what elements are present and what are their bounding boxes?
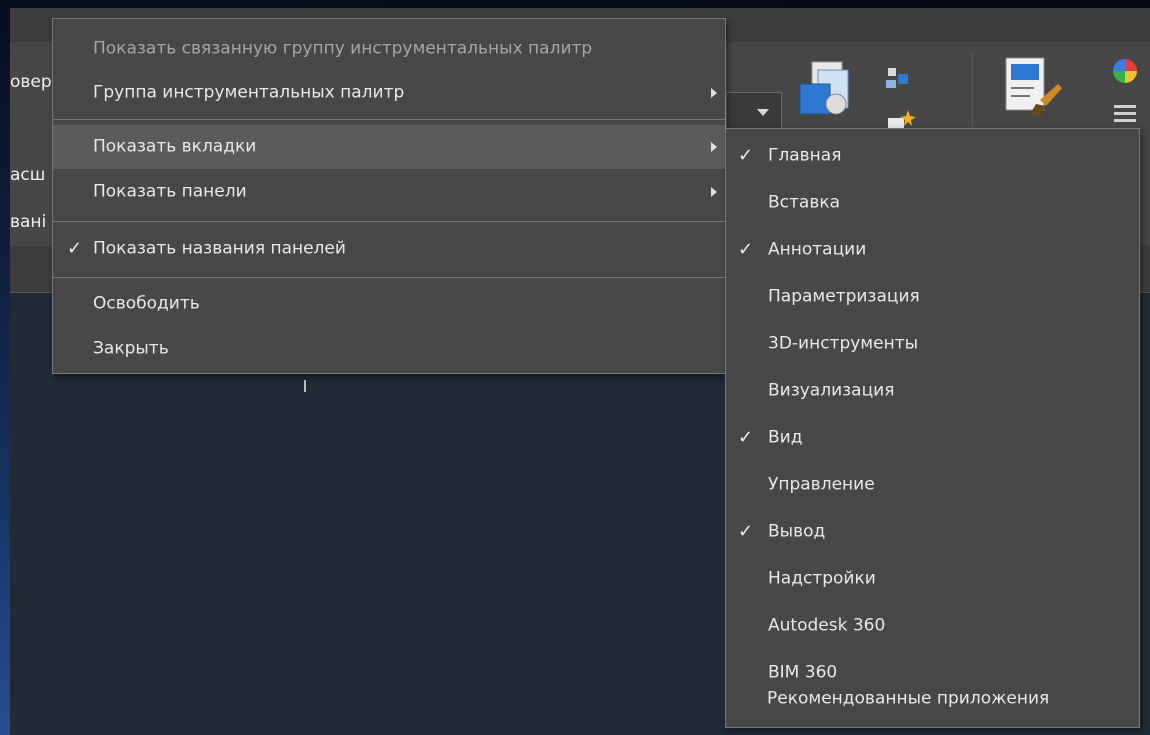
check-icon: ✓ [738, 520, 754, 542]
tab-toggle-label: Управление [768, 474, 875, 494]
tab-toggle-annotate[interactable]: ✓ Аннотации [726, 226, 1139, 273]
context-menu: Показать связанную группу инструментальн… [52, 18, 726, 374]
check-icon: ✓ [738, 144, 754, 166]
ribbon-divider [972, 52, 973, 136]
tab-toggle-label: Вставка [768, 192, 841, 212]
tab-toggle-label: Аннотации [768, 239, 867, 259]
tab-toggle-manage[interactable]: Управление [726, 461, 1139, 508]
menu-item-label: Группа инструментальных палитр [93, 82, 405, 103]
ribbon-label-stub-1[interactable]: овер [10, 72, 58, 92]
menu-separator [53, 119, 725, 120]
tab-toggle-add-ins[interactable]: Надстройки [726, 555, 1139, 602]
menu-item-label: Показать вкладки [93, 136, 257, 157]
menu-item-label: Освободить [93, 293, 200, 314]
transfer-blocks-icon[interactable] [882, 62, 918, 98]
tab-toggle-insert[interactable]: Вставка [726, 179, 1139, 226]
tab-toggle-visualize[interactable]: Визуализация [726, 367, 1139, 414]
tab-toggle-label: Вид [768, 427, 803, 447]
tab-toggle-3d-tools[interactable]: 3D-инструменты [726, 320, 1139, 367]
tab-toggle-parametric[interactable]: Параметризация [726, 273, 1139, 320]
menu-separator [53, 277, 725, 278]
tab-toggle-label: Вывод [768, 521, 826, 541]
tab-toggle-label: 3D-инструменты [768, 333, 919, 353]
ribbon-label-stub-3[interactable]: вані [10, 212, 58, 232]
menu-separator [53, 221, 725, 222]
submenu-arrow-icon [711, 88, 717, 98]
menu-item-label: Показать панели [93, 181, 247, 202]
ribbon-label-stub-2[interactable]: асш [10, 165, 58, 185]
tab-toggle-autodesk-360[interactable]: Autodesk 360 [726, 602, 1139, 649]
submenu-arrow-icon [711, 142, 717, 152]
menu-lines-icon[interactable] [1112, 102, 1138, 124]
tab-toggle-view[interactable]: ✓ Вид [726, 414, 1139, 461]
menu-item-palette-group[interactable]: Группа инструментальных палитр [53, 71, 725, 115]
check-icon: ✓ [738, 426, 754, 448]
menu-item-show-tabs[interactable]: Показать вкладки [53, 125, 725, 169]
tab-toggle-label: Рекомендованные приложения [767, 688, 1050, 708]
check-icon: ✓ [67, 238, 83, 259]
tab-toggle-home[interactable]: ✓ Главная [726, 132, 1139, 179]
tabs-submenu: ✓ Главная Вставка ✓ Аннотации Параметриз… [725, 128, 1140, 728]
menu-item-show-panels[interactable]: Показать панели [53, 169, 725, 215]
tab-toggle-label: Визуализация [768, 380, 895, 400]
layout-views-icon[interactable] [796, 58, 862, 124]
menu-item-undock[interactable]: Освободить [53, 281, 725, 327]
tab-toggle-label: Надстройки [768, 568, 876, 588]
tab-toggle-label: Autodesk 360 [768, 615, 886, 635]
menu-item-label: Показать названия панелей [93, 238, 346, 259]
tab-toggle-featured-apps[interactable]: Рекомендованные приложения [725, 675, 1140, 722]
dropdown-arrow-icon [757, 109, 769, 116]
tab-toggle-label: Параметризация [768, 286, 920, 306]
menu-item-show-linked-palette-group: Показать связанную группу инструментальн… [53, 27, 725, 71]
color-wheel-icon[interactable] [1110, 56, 1140, 86]
sheet-brush-icon[interactable] [1000, 54, 1066, 126]
menu-item-label: Показать связанную группу инструментальн… [93, 38, 593, 59]
submenu-arrow-icon [711, 187, 717, 197]
menu-item-label: Закрыть [93, 338, 169, 359]
drawing-cursor [304, 380, 306, 392]
tab-toggle-label: Главная [768, 145, 842, 165]
menu-item-show-panel-titles[interactable]: ✓ Показать названия панелей [53, 225, 725, 273]
tab-toggle-output[interactable]: ✓ Вывод [726, 508, 1139, 555]
check-icon: ✓ [738, 238, 754, 260]
menu-item-close[interactable]: Закрыть [53, 327, 725, 371]
